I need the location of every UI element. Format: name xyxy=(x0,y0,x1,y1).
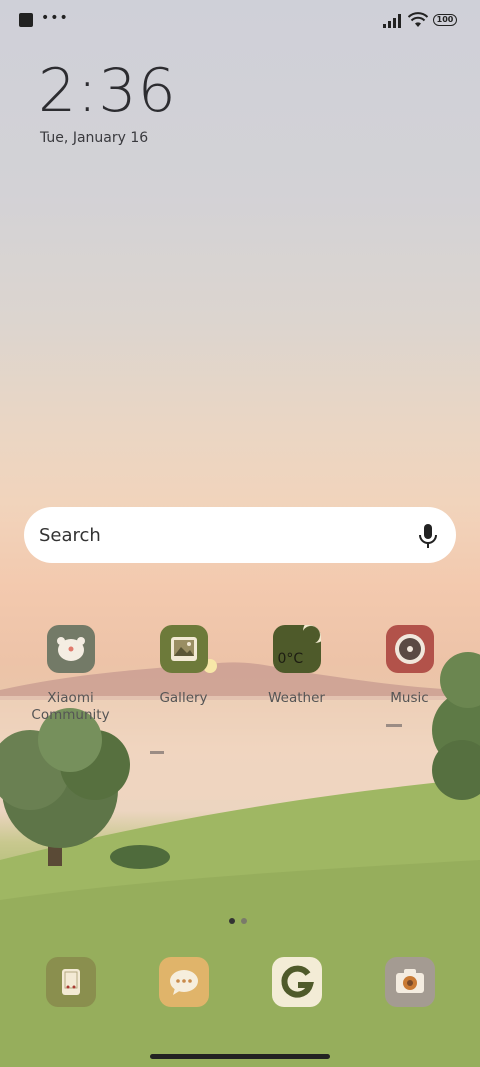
app-label: Music xyxy=(390,690,429,706)
app-weather[interactable]: 0°C Weather xyxy=(240,625,353,707)
page-dot xyxy=(241,918,247,924)
wifi-icon xyxy=(408,12,428,27)
clock-time: 2:36 xyxy=(38,56,177,126)
square-notification-icon xyxy=(19,13,33,27)
dock-google[interactable] xyxy=(272,957,322,1007)
clock-date: Tue, January 16 xyxy=(40,130,149,146)
google-icon xyxy=(281,965,314,998)
app-label: Gallery xyxy=(159,690,208,706)
mic-icon[interactable] xyxy=(418,523,438,549)
home-indicator[interactable] xyxy=(150,1054,330,1059)
weather-temp: 0°C xyxy=(277,651,304,667)
status-bar: ••• 100 xyxy=(0,0,480,40)
more-dots-icon: ••• xyxy=(41,10,69,26)
app-label: Weather xyxy=(268,690,325,706)
phone-icon xyxy=(62,969,80,995)
app-label: Xiaomi Community xyxy=(31,690,110,723)
music-icon xyxy=(385,625,434,673)
search-bar[interactable]: Search xyxy=(24,507,456,563)
weather-icon: 0°C xyxy=(272,625,321,673)
search-label: Search xyxy=(39,525,101,546)
camera-icon xyxy=(396,969,424,993)
gallery-icon xyxy=(159,625,208,673)
dock-camera[interactable] xyxy=(385,957,435,1007)
battery-icon: 100 xyxy=(433,14,457,26)
xiaomi-community-icon xyxy=(46,625,95,673)
cellular-signal-icon xyxy=(383,14,401,28)
app-gallery[interactable]: Gallery xyxy=(127,625,240,707)
app-xiaomi-community[interactable]: Xiaomi Community xyxy=(14,625,127,724)
page-dot-active xyxy=(229,918,235,924)
page-indicator xyxy=(229,909,253,928)
app-music[interactable]: Music xyxy=(353,625,466,707)
dock-messages[interactable] xyxy=(159,957,209,1007)
dock-phone[interactable] xyxy=(46,957,96,1007)
messages-icon xyxy=(170,970,198,995)
